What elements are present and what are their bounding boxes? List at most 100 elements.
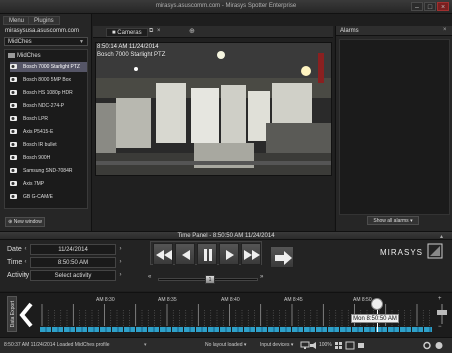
zoom-value: 100% [319,342,332,348]
layout-select[interactable]: No layout loaded ▾ [205,341,255,350]
single-view-icon[interactable] [356,341,366,350]
input-devices-select[interactable]: Input devices ▾ [260,341,300,350]
tree-root-label: MidChes [17,53,41,60]
status-text: 8:50:37 AM 11/24/2014 Loaded MidChes pro… [4,342,110,348]
plus-icon: ⊕ [8,219,13,225]
camera-list-item[interactable]: GB G-CAM/E [10,192,87,202]
speed-slider[interactable]: « 1 » [148,274,266,284]
maximize-button[interactable]: □ [424,2,436,11]
alarms-title: Alarms [340,28,359,34]
activity-next-button[interactable]: › [117,270,124,281]
timeline-zoom[interactable]: + − [436,296,448,332]
camera-icon: ■ [112,30,116,36]
camera-list-item-label: Bosch IR bullet [23,142,57,148]
chevron-left-icon [19,302,33,328]
camera-list-item[interactable]: Axis P5415-E [10,127,87,137]
zoom-in-icon[interactable]: + [438,296,442,302]
chevron-down-icon[interactable]: ▾ [144,342,147,348]
add-tab-icon[interactable]: ⊕ [189,27,195,35]
popout-icon[interactable]: ⧉ [149,28,153,35]
alarms-panel: Alarms × Show all alarms ▾ [335,26,452,231]
camera-list-item[interactable]: Axis 7MP [10,179,87,189]
time-field[interactable]: 8:50:50 AM [30,257,116,268]
camera-icon [10,63,19,70]
camera-icon [10,89,19,96]
faster-icon[interactable]: » [260,274,263,280]
help-icon[interactable] [434,341,444,350]
date-field[interactable]: 11/24/2014 [30,244,116,255]
settings-icon[interactable] [422,341,432,350]
camera-icon [10,141,19,148]
time-panel-title: Time Panel - 8:50:50 AM 11/24/2014 [177,233,275,239]
zoom-knob[interactable] [437,310,447,315]
camera-list-item-label: Samsung SND-7084R [23,168,73,174]
pause-button[interactable] [197,243,217,265]
group-select[interactable]: MidChes ▼ [4,37,88,46]
camera-tree: MidChes Bosch 7000 Starlight PTZ Bosch 80… [4,49,88,209]
camera-list-item[interactable]: Bosch 7000 Starlight PTZ [10,62,87,72]
fullscreen-icon[interactable] [345,341,355,350]
camera-video[interactable]: 8:50:14 AM 11/24/2014 Bosch 7000 Starlig… [95,42,332,176]
camera-list-item[interactable]: Bosch 900H [10,153,87,163]
camera-icon [10,115,19,122]
zoom-out-icon[interactable]: − [438,324,442,330]
tab-plugins[interactable]: Plugins [28,16,60,25]
title-bar: mirasys.asuscomm.com - Mirasys Spotter E… [0,0,452,14]
speed-knob[interactable]: 1 [205,275,215,284]
activity-select[interactable]: Select activity [30,270,116,281]
date-prev-button[interactable]: ‹ [22,244,29,255]
timeline-cursor-handle[interactable] [371,298,383,310]
slower-icon[interactable]: « [148,274,151,280]
activity-prev-button[interactable]: ‹ [22,270,29,281]
show-all-alarms-button[interactable]: Show all alarms ▾ [367,216,419,225]
close-icon[interactable]: × [443,27,447,33]
camera-list-item[interactable]: Bosch 8000 5MP Box [10,75,87,85]
step-forward-button[interactable] [219,243,239,265]
go-live-button[interactable] [270,246,294,268]
time-prev-button[interactable]: ‹ [22,257,29,268]
timeline-tick-label: AM 8:35 [158,297,177,303]
alarms-header: Alarms × [336,26,452,36]
time-next-button[interactable]: › [117,257,124,268]
camera-list-item-label: Axis P5415-E [23,129,54,135]
camera-list-item[interactable]: Bosch HS 1080p HDR [10,88,87,98]
close-tab-icon[interactable]: × [157,28,161,34]
camera-icon [10,102,19,109]
step-forward-icon [226,250,234,260]
alarms-list[interactable] [339,39,450,215]
minimize-button[interactable]: – [411,2,423,11]
camera-list-item-label: GB G-CAM/E [23,194,54,200]
date-next-button[interactable]: › [117,244,124,255]
camera-list-item[interactable]: Bosch LPR [10,114,87,124]
timeline-back-button[interactable] [17,300,37,330]
step-back-button[interactable] [175,243,195,265]
pause-icon [204,249,212,261]
collapse-icon[interactable]: ▴ [440,233,443,240]
new-window-button[interactable]: ⊕ New window [5,217,45,227]
tab-cameras-label: Cameras [117,30,142,36]
camera-tabs: ■ Cameras ⧉ × ⊕ [93,26,333,38]
data-export-label: Data Export [10,300,16,328]
camera-list-item-label: Bosch HS 1080p HDR [23,90,73,96]
tab-menu[interactable]: Menu [3,16,31,25]
timeline-tick-label: AM 8:45 [284,297,303,303]
speaker-icon[interactable] [309,341,319,350]
date-label: Date [7,246,22,253]
camera-list-item[interactable]: Samsung SND-7084R [10,166,87,176]
playback-controls [150,241,262,265]
time-panel-header: Time Panel - 8:50:50 AM 11/24/2014 ▴ [0,231,452,240]
close-button[interactable]: × [437,2,449,11]
tab-cameras[interactable]: ■ Cameras [106,28,148,37]
tree-root[interactable]: MidChes [8,53,41,59]
rewind-button[interactable] [153,243,173,265]
camera-list-item[interactable]: Bosch NDC-274-P [10,101,87,111]
data-export-tab[interactable]: Data Export [7,296,17,332]
camera-list-item-label: Bosch 900H [23,155,51,161]
timeline-track[interactable]: AM 8:30 AM 8:35 AM 8:40 AM 8:45 AM 8:50 Mon … [40,292,432,337]
timeline-tick-label: AM 8:50 [353,297,372,303]
fast-forward-button[interactable] [241,243,261,265]
timeline-tick-label: AM 8:30 [96,297,115,303]
layout-grid-icon[interactable] [334,341,344,350]
camera-list-item-label: Bosch 8000 5MP Box [23,77,71,83]
camera-list-item[interactable]: Bosch IR bullet [10,140,87,150]
